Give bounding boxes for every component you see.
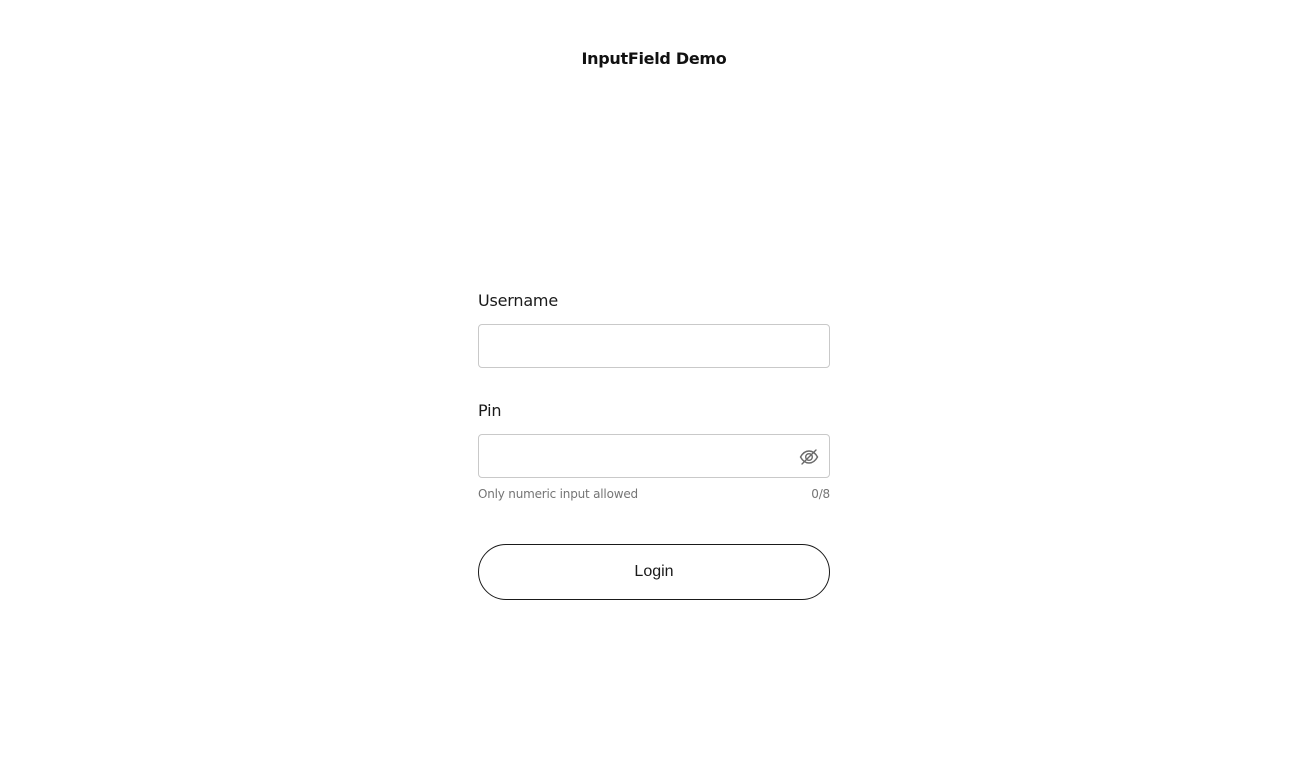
pin-label: Pin — [478, 401, 502, 420]
pin-helper-row: Only numeric input allowed 0/8 — [478, 487, 830, 501]
username-label: Username — [478, 291, 558, 310]
page-title: InputField Demo — [581, 49, 727, 68]
username-input[interactable] — [479, 325, 829, 367]
pin-helper-text: Only numeric input allowed — [478, 487, 638, 501]
pin-input[interactable] — [479, 435, 829, 477]
login-button[interactable]: Login — [478, 544, 830, 600]
eye-slash-icon[interactable] — [799, 447, 819, 467]
page: InputField Demo Username Pin Only numeri… — [0, 0, 1295, 771]
pin-field-container — [478, 434, 830, 478]
username-field-container — [478, 324, 830, 368]
pin-character-counter: 0/8 — [811, 487, 830, 501]
login-form: Username Pin Only numeric input allowed … — [478, 290, 830, 600]
